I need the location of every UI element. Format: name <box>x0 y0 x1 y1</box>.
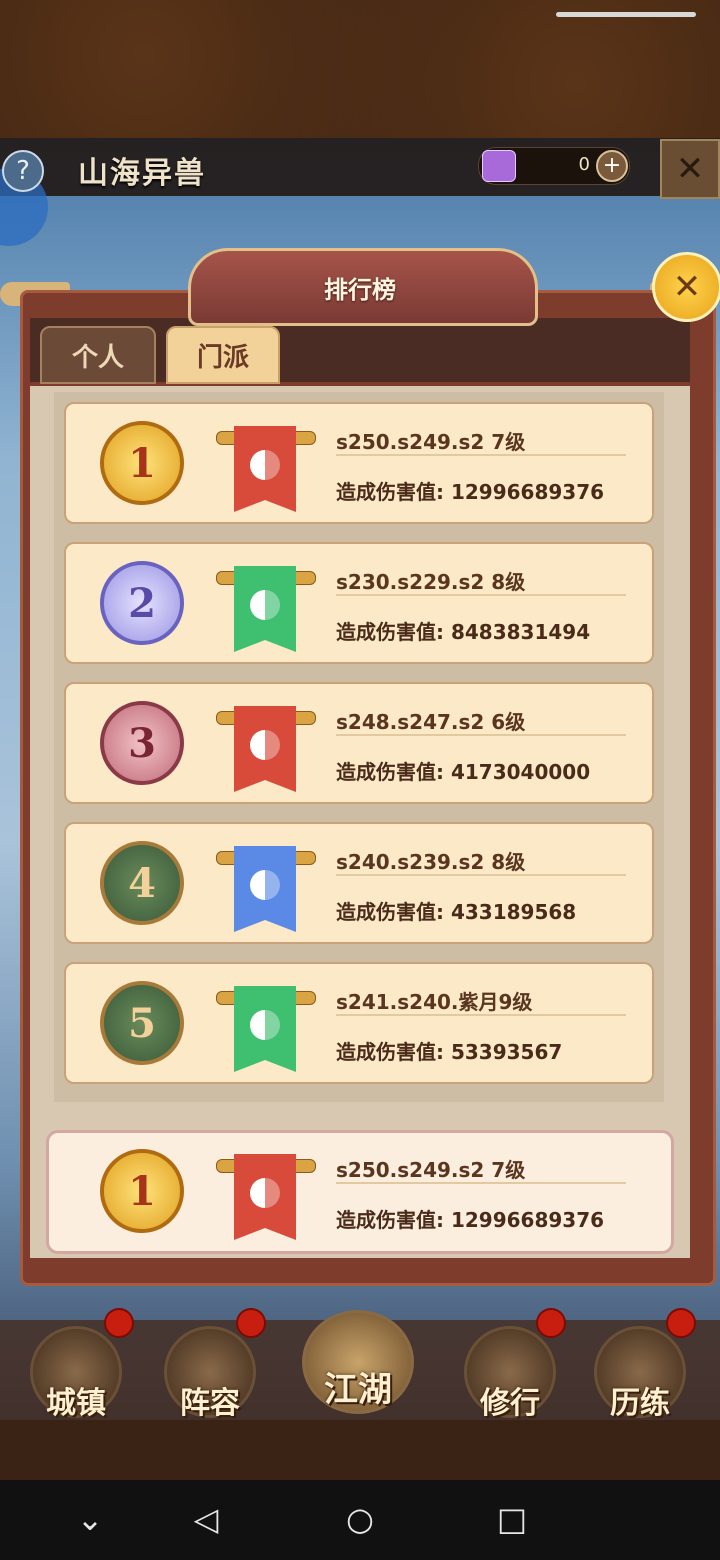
close-icon[interactable]: ✕ <box>660 139 720 199</box>
rank-badge-icon: 5 <box>100 981 184 1065</box>
sect-name: s240.s239.s2 8级 <box>336 850 526 874</box>
row-divider <box>336 594 626 596</box>
row-divider <box>336 874 626 876</box>
yin-yang-icon <box>250 1010 280 1040</box>
damage-value: 造成伤害值: 4173040000 <box>336 760 591 784</box>
nav-training-notification-dot <box>666 1308 696 1338</box>
add-currency-button[interactable]: + <box>596 150 628 182</box>
yin-yang-icon <box>250 1178 280 1208</box>
recent-apps-icon[interactable]: □ <box>482 1500 542 1538</box>
rank-badge-icon: 4 <box>100 841 184 925</box>
nav-lineup-notification-dot <box>236 1308 266 1338</box>
nav-lineup-label: 阵容 <box>180 1386 240 1421</box>
sect-name: s241.s240.紫月9级 <box>336 990 533 1014</box>
damage-value: 造成伤害值: 12996689376 <box>336 1208 605 1232</box>
nav-cultivate-label: 修行 <box>480 1386 540 1421</box>
status-bar-pill <box>556 12 696 17</box>
damage-value: 造成伤害值: 53393567 <box>336 1040 563 1064</box>
sect-banner-icon <box>234 566 296 652</box>
sect-banner-icon <box>234 986 296 1072</box>
sect-banner-icon <box>234 706 296 792</box>
nav-jianghu-label: 江湖 <box>324 1370 392 1410</box>
row-divider <box>336 734 626 736</box>
yin-yang-icon <box>250 730 280 760</box>
nav-town-label: 城镇 <box>46 1386 106 1421</box>
sect-name: s250.s249.s2 7级 <box>336 430 526 454</box>
bottom-background <box>0 1420 720 1480</box>
row-divider <box>336 454 626 456</box>
nav-town-notification-dot <box>104 1308 134 1338</box>
chevron-down-icon[interactable]: ⌄ <box>60 1500 120 1538</box>
sect-name: s250.s249.s2 7级 <box>336 1158 526 1182</box>
row-divider <box>336 1182 626 1184</box>
damage-value: 造成伤害值: 12996689376 <box>336 480 605 504</box>
yin-yang-icon <box>250 870 280 900</box>
game-title: 山海异兽 <box>78 156 206 191</box>
sect-name: s248.s247.s2 6级 <box>336 710 526 734</box>
panel-close-button[interactable]: ✕ <box>652 252 720 322</box>
nav-training-label: 历练 <box>610 1386 670 1421</box>
sect-name: s230.s229.s2 8级 <box>336 570 526 594</box>
currency-value: 0 <box>578 154 590 175</box>
sect-banner-icon <box>234 846 296 932</box>
home-icon[interactable]: ○ <box>330 1500 390 1538</box>
rank-badge-icon: 2 <box>100 561 184 645</box>
damage-value: 造成伤害值: 433189568 <box>336 900 577 924</box>
sect-banner-icon <box>234 1154 296 1240</box>
rank-badge-icon: 3 <box>100 701 184 785</box>
nav-cultivate-notification-dot <box>536 1308 566 1338</box>
panel-title: 排行榜 <box>324 276 396 304</box>
back-icon[interactable]: ◁ <box>176 1500 236 1538</box>
currency-icon <box>482 150 516 182</box>
yin-yang-icon <box>250 450 280 480</box>
row-divider <box>336 1014 626 1016</box>
top-background <box>0 0 720 138</box>
rank-badge-icon: 1 <box>100 421 184 505</box>
rank-badge-icon: 1 <box>100 1149 184 1233</box>
yin-yang-icon <box>250 590 280 620</box>
sect-banner-icon <box>234 426 296 512</box>
help-icon[interactable]: ? <box>2 150 44 192</box>
damage-value: 造成伤害值: 8483831494 <box>336 620 591 644</box>
tab-sect[interactable]: 门派 <box>166 326 280 384</box>
tab-personal[interactable]: 个人 <box>40 326 156 384</box>
